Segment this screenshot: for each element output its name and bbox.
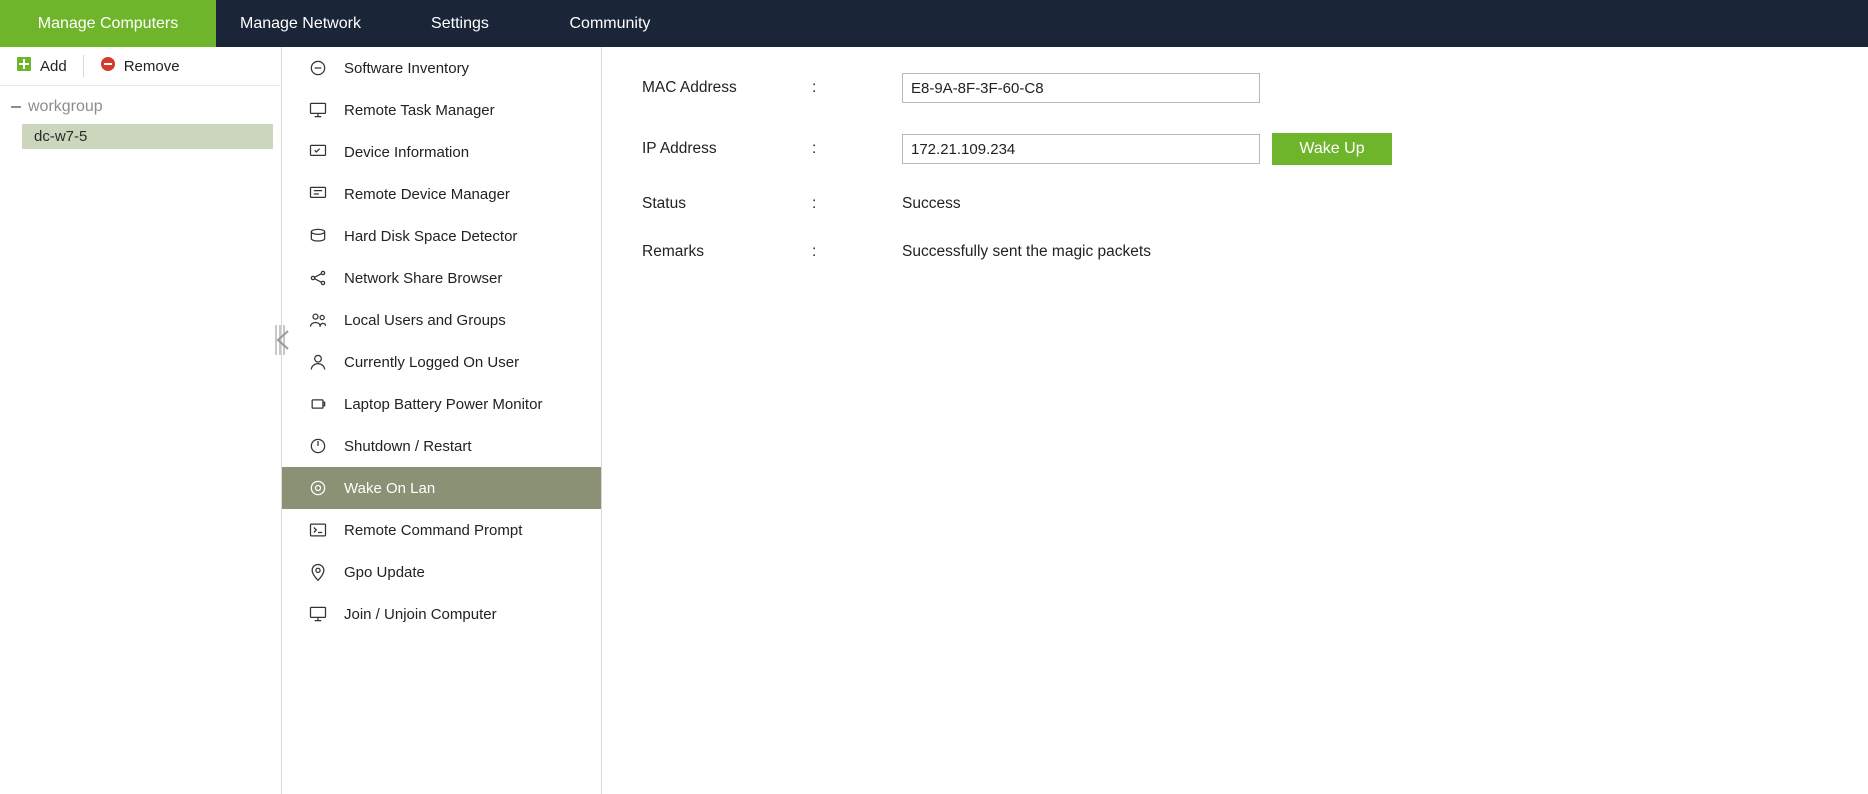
tool-remote-device-manager[interactable]: Remote Device Manager xyxy=(282,173,601,215)
tool-logged-on-user[interactable]: Currently Logged On User xyxy=(282,341,601,383)
terminal-icon xyxy=(308,520,328,540)
tool-label: Device Information xyxy=(344,144,469,161)
tool-list: Software Inventory Remote Task Manager D… xyxy=(282,47,602,794)
tab-settings[interactable]: Settings xyxy=(385,0,535,47)
tool-remote-command-prompt[interactable]: Remote Command Prompt xyxy=(282,509,601,551)
device-manager-icon xyxy=(308,184,328,204)
tree-item-selected[interactable]: dc-w7-5 xyxy=(22,124,273,149)
remove-icon xyxy=(100,56,116,76)
battery-icon xyxy=(308,394,328,414)
add-button[interactable]: Add xyxy=(10,56,73,76)
tool-label: Currently Logged On User xyxy=(344,354,519,371)
tool-label: Network Share Browser xyxy=(344,270,502,287)
top-nav: Manage Computers Manage Network Settings… xyxy=(0,0,1868,47)
tool-network-share-browser[interactable]: Network Share Browser xyxy=(282,257,601,299)
tool-software-inventory[interactable]: Software Inventory xyxy=(282,47,601,89)
location-icon xyxy=(308,562,328,582)
tool-device-information[interactable]: Device Information xyxy=(282,131,601,173)
tool-label: Hard Disk Space Detector xyxy=(344,228,517,245)
tab-manage-network[interactable]: Manage Network xyxy=(216,0,385,47)
colon: : xyxy=(812,195,902,213)
tool-label: Remote Device Manager xyxy=(344,186,510,203)
tool-label: Wake On Lan xyxy=(344,480,435,497)
tab-community[interactable]: Community xyxy=(535,0,685,47)
tab-manage-computers[interactable]: Manage Computers xyxy=(0,0,216,47)
tree-group-label: workgroup xyxy=(28,98,103,116)
tool-label: Remote Task Manager xyxy=(344,102,495,119)
tool-label: Local Users and Groups xyxy=(344,312,506,329)
inventory-icon xyxy=(308,58,328,78)
remarks-value: Successfully sent the magic packets xyxy=(902,243,1151,261)
tree-group-workgroup[interactable]: workgroup xyxy=(8,94,273,120)
pane-collapse-handle[interactable] xyxy=(272,323,290,357)
colon: : xyxy=(812,79,902,97)
tool-battery-monitor[interactable]: Laptop Battery Power Monitor xyxy=(282,383,601,425)
tool-gpo-update[interactable]: Gpo Update xyxy=(282,551,601,593)
user-icon xyxy=(308,352,328,372)
computers-pane: Add Remove workgroup dc-w7-5 xyxy=(0,47,282,794)
mac-address-label: MAC Address xyxy=(642,79,812,97)
remove-label: Remove xyxy=(124,58,180,75)
status-value: Success xyxy=(902,195,961,213)
ip-address-label: IP Address xyxy=(642,140,812,158)
wol-content: MAC Address : IP Address : Wake Up Statu… xyxy=(602,47,1868,794)
computers-toolbar: Add Remove xyxy=(0,47,281,86)
tool-label: Join / Unjoin Computer xyxy=(344,606,497,623)
colon: : xyxy=(812,140,902,158)
tool-join-unjoin-computer[interactable]: Join / Unjoin Computer xyxy=(282,593,601,635)
mac-address-input[interactable] xyxy=(902,73,1260,103)
tool-label: Laptop Battery Power Monitor xyxy=(344,396,542,413)
tool-label: Gpo Update xyxy=(344,564,425,581)
add-icon xyxy=(16,56,32,76)
tool-label: Shutdown / Restart xyxy=(344,438,472,455)
computer-icon xyxy=(308,604,328,624)
tool-remote-task-manager[interactable]: Remote Task Manager xyxy=(282,89,601,131)
tool-label: Software Inventory xyxy=(344,60,469,77)
wake-up-button[interactable]: Wake Up xyxy=(1272,133,1392,165)
tool-label: Remote Command Prompt xyxy=(344,522,522,539)
power-icon xyxy=(308,436,328,456)
tool-wake-on-lan[interactable]: Wake On Lan xyxy=(282,467,601,509)
tool-hard-disk-space[interactable]: Hard Disk Space Detector xyxy=(282,215,601,257)
tool-local-users-groups[interactable]: Local Users and Groups xyxy=(282,299,601,341)
collapse-group-icon xyxy=(10,101,22,113)
users-icon xyxy=(308,310,328,330)
tool-shutdown-restart[interactable]: Shutdown / Restart xyxy=(282,425,601,467)
add-label: Add xyxy=(40,58,67,75)
wol-icon xyxy=(308,478,328,498)
colon: : xyxy=(812,243,902,261)
share-icon xyxy=(308,268,328,288)
device-info-icon xyxy=(308,142,328,162)
status-label: Status xyxy=(642,195,812,213)
remove-button[interactable]: Remove xyxy=(94,56,186,76)
monitor-icon xyxy=(308,100,328,120)
remarks-label: Remarks xyxy=(642,243,812,261)
toolbar-separator xyxy=(83,55,84,77)
ip-address-input[interactable] xyxy=(902,134,1260,164)
disk-icon xyxy=(308,226,328,246)
computers-tree: workgroup dc-w7-5 xyxy=(0,86,281,157)
